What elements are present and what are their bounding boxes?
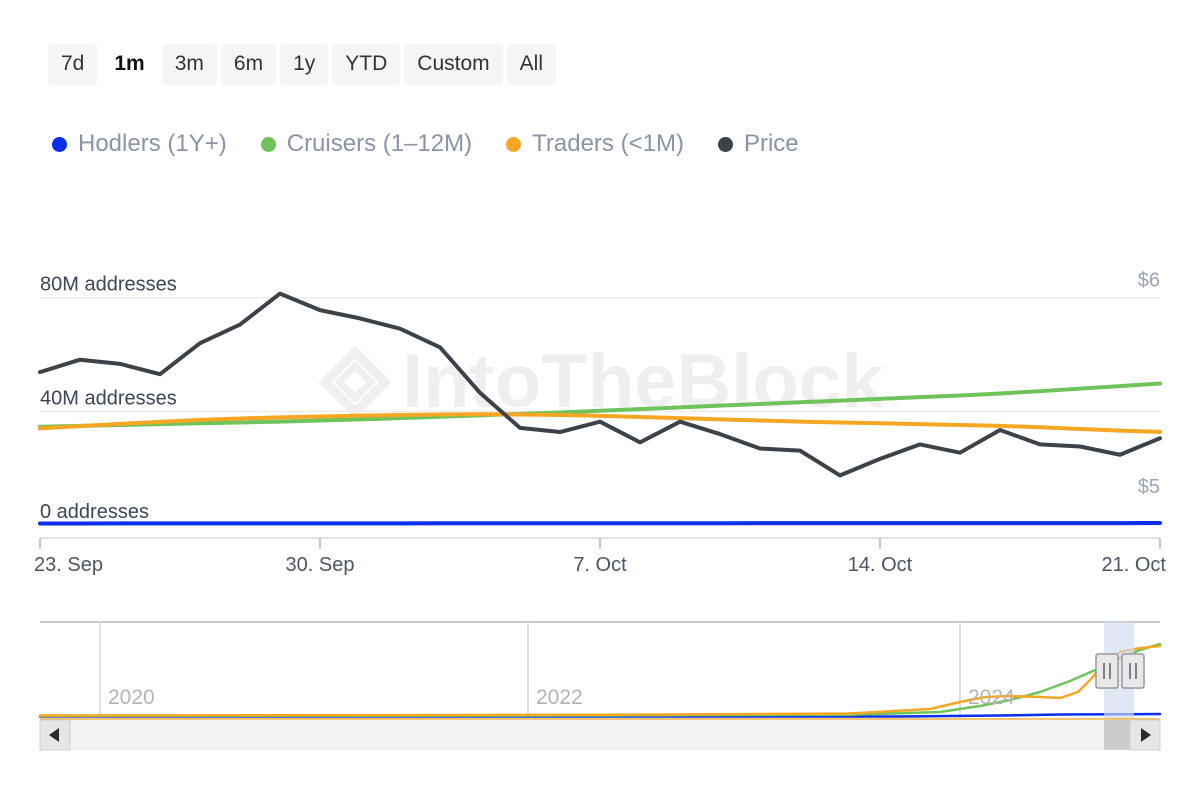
range-button-custom[interactable]: Custom <box>404 44 502 85</box>
legend-dot-icon-hodlers <box>52 137 67 152</box>
legend-dot-icon-traders <box>506 137 521 152</box>
range-button-1m[interactable]: 1m <box>101 44 157 85</box>
x-axis-label: 21. Oct <box>1102 554 1167 576</box>
range-button-all[interactable]: All <box>507 44 556 85</box>
range-button-1y[interactable]: 1y <box>280 44 328 85</box>
navigator-year-label: 2020 <box>108 686 155 709</box>
x-axis-label: 14. Oct <box>848 554 913 576</box>
range-button-3m[interactable]: 3m <box>162 44 217 85</box>
price-axis-label: $5 <box>1138 476 1160 498</box>
x-axis-label: 23. Sep <box>34 554 103 576</box>
range-button-6m[interactable]: 6m <box>221 44 276 85</box>
legend-dot-icon-cruisers <box>261 137 276 152</box>
x-axis-label: 30. Sep <box>286 554 355 576</box>
chart-plot-svg[interactable]: IntoTheBlock 80M addresses 40M addresses 0… <box>0 232 1200 592</box>
range-button-7d[interactable]: 7d <box>48 44 97 85</box>
navigator-year-label: 2022 <box>536 686 583 709</box>
legend-label-cruisers: Cruisers (1–12M) <box>287 132 472 156</box>
legend-label-price: Price <box>744 132 799 156</box>
navigator-year-labels: 2020 2022 2024 <box>108 686 1015 709</box>
navigator-scroll-right-button[interactable] <box>1130 720 1160 750</box>
main-chart[interactable]: IntoTheBlock 80M addresses 40M addresses 0… <box>0 232 1200 592</box>
legend-dot-icon-price <box>718 137 733 152</box>
chart-x-axis: 23. Sep 30. Sep 7. Oct 14. Oct 21. Oct <box>34 538 1166 576</box>
y-axis-label: 0 addresses <box>40 501 149 523</box>
legend-label-hodlers: Hodlers (1Y+) <box>78 132 227 156</box>
y-axis-label: 80M addresses <box>40 274 177 296</box>
navigator-handle-right[interactable] <box>1122 654 1144 688</box>
navigator-handle-left[interactable] <box>1096 654 1118 688</box>
legend-item-traders[interactable]: Traders (<1M) <box>506 132 684 156</box>
navigator-gridlines <box>100 622 960 718</box>
range-button-ytd[interactable]: YTD <box>332 44 400 85</box>
legend-label-traders: Traders (<1M) <box>532 132 684 156</box>
chart-legend: Hodlers (1Y+) Cruisers (1–12M) Traders (… <box>52 132 833 156</box>
chart-page: 7d 1m 3m 6m 1y YTD Custom All Hodlers (1… <box>0 0 1200 800</box>
navigator-scrollbar-track[interactable] <box>40 720 1160 750</box>
price-axis-label: $6 <box>1138 270 1160 292</box>
chart-navigator[interactable]: 2020 2022 2024 <box>0 608 1200 758</box>
navigator-scroll-left-button[interactable] <box>40 720 70 750</box>
range-selector: 7d 1m 3m 6m 1y YTD Custom All <box>48 44 556 85</box>
legend-item-hodlers[interactable]: Hodlers (1Y+) <box>52 132 227 156</box>
navigator-year-label: 2024 <box>968 686 1015 709</box>
watermark-label: IntoTheBlock <box>402 339 884 424</box>
x-axis-label: 7. Oct <box>573 554 627 576</box>
legend-item-price[interactable]: Price <box>718 132 799 156</box>
y-axis-label: 40M addresses <box>40 387 177 409</box>
legend-item-cruisers[interactable]: Cruisers (1–12M) <box>261 132 472 156</box>
navigator-svg[interactable]: 2020 2022 2024 <box>0 608 1200 758</box>
